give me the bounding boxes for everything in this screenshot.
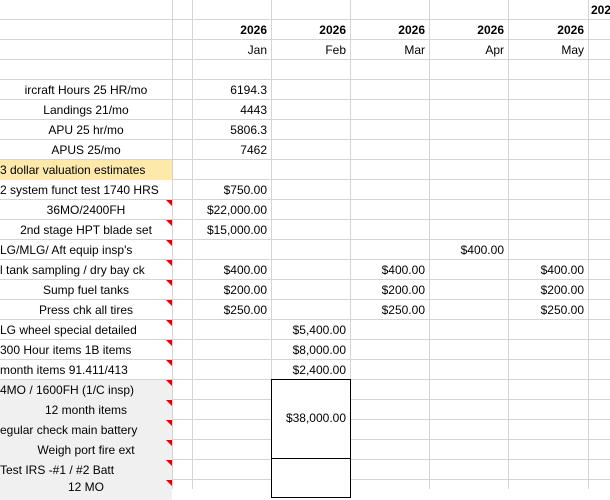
row-label-cell[interactable]: 3 dollar valuation estimates: [0, 160, 172, 180]
comment-indicator-icon[interactable]: [166, 340, 172, 346]
header-month-cell[interactable]: Jan: [192, 40, 271, 60]
comment-indicator-icon[interactable]: [166, 400, 172, 406]
comment-indicator-icon[interactable]: [166, 420, 172, 426]
row-label-cell[interactable]: Sump fuel tanks: [0, 280, 172, 300]
row-label-cell[interactable]: APU 25 hr/mo: [0, 120, 172, 140]
value-cell[interactable]: $5,400.00: [271, 320, 350, 340]
value-cell[interactable]: $400.00: [508, 260, 588, 280]
comment-indicator-icon[interactable]: [166, 240, 172, 246]
value-cell[interactable]: 4443: [192, 100, 271, 120]
comment-indicator-icon[interactable]: [166, 480, 172, 486]
row-label-cell[interactable]: 4MO / 1600FH (1/C insp): [0, 380, 172, 400]
grid-line: [192, 0, 193, 489]
row-label-cell[interactable]: LG/MLG/ Aft equip insp's: [0, 240, 172, 260]
header-year-cell[interactable]: 2026: [429, 20, 508, 40]
row-label-cell[interactable]: LG wheel special detailed: [0, 320, 172, 340]
comment-indicator-icon[interactable]: [166, 280, 172, 286]
header-year-cell[interactable]: 2026: [508, 20, 588, 40]
header-year-cell[interactable]: 2026: [271, 20, 350, 40]
value-cell[interactable]: $750.00: [192, 180, 271, 200]
row-label-cell[interactable]: ircraft Hours 25 HR/mo: [0, 80, 172, 100]
header-month-cell[interactable]: Feb: [271, 40, 350, 60]
value-cell[interactable]: $8,000.00: [271, 340, 350, 360]
comment-indicator-icon[interactable]: [166, 440, 172, 446]
comment-indicator-icon[interactable]: [166, 260, 172, 266]
row-label-cell[interactable]: Landings 21/mo: [0, 100, 172, 120]
value-cell[interactable]: $250.00: [192, 300, 271, 320]
row-label-cell[interactable]: 12 month items: [0, 400, 172, 420]
value-cell[interactable]: 5806.3: [192, 120, 271, 140]
spreadsheet-grid[interactable]: 202 2026 2026 2026 2026 2026 Jan Feb Mar…: [0, 0, 610, 500]
value-cell[interactable]: $22,000.00: [192, 200, 271, 220]
merged-cell[interactable]: [271, 458, 351, 498]
value-cell[interactable]: $2,400.00: [271, 360, 350, 380]
row-label-cell[interactable]: 2 system funct test 1740 HRS: [0, 180, 172, 200]
value-cell: $38,000.00: [285, 411, 346, 425]
row-label-cell[interactable]: Test IRS -#1 / #2 Batt: [0, 460, 172, 480]
value-cell[interactable]: $400.00: [350, 260, 429, 280]
value-cell[interactable]: $400.00: [429, 240, 508, 260]
grid-line: [508, 0, 509, 489]
comment-indicator-icon[interactable]: [166, 200, 172, 206]
row-label-cell[interactable]: Press chk all tires: [0, 300, 172, 320]
value-cell[interactable]: $400.00: [192, 260, 271, 280]
header-month-cell[interactable]: Apr: [429, 40, 508, 60]
comment-indicator-icon[interactable]: [166, 300, 172, 306]
value-cell[interactable]: 7462: [192, 140, 271, 160]
row-label-cell[interactable]: 36MO/2400FH: [0, 200, 172, 220]
header-year-cell[interactable]: 2026: [350, 20, 429, 40]
row-label-cell[interactable]: month items 91.411/413: [0, 360, 172, 380]
comment-indicator-icon[interactable]: [166, 320, 172, 326]
value-cell[interactable]: $250.00: [508, 300, 588, 320]
row-label-cell[interactable]: Weigh port fire ext: [0, 440, 172, 460]
comment-indicator-icon[interactable]: [166, 220, 172, 226]
value-cell[interactable]: $200.00: [192, 280, 271, 300]
row-label-cell[interactable]: l tank sampling / dry bay ck: [0, 260, 172, 280]
header-month-cell[interactable]: May: [508, 40, 588, 60]
header-year-cell[interactable]: 2026: [192, 20, 271, 40]
row-label-cell[interactable]: 12 MO: [0, 480, 172, 500]
row-label-cell[interactable]: APUS 25/mo: [0, 140, 172, 160]
grid-line: [172, 0, 173, 489]
value-cell[interactable]: $15,000.00: [192, 220, 271, 240]
value-cell[interactable]: 6194.3: [192, 80, 271, 100]
header-month-cell[interactable]: Mar: [350, 40, 429, 60]
value-cell[interactable]: $250.00: [350, 300, 429, 320]
row-label-cell[interactable]: 2nd stage HPT blade set: [0, 220, 172, 240]
comment-indicator-icon[interactable]: [166, 460, 172, 466]
comment-indicator-icon[interactable]: [166, 380, 172, 386]
grid-line: [588, 0, 589, 489]
comment-indicator-icon[interactable]: [166, 360, 172, 366]
row-label-cell[interactable]: egular check main battery: [0, 420, 172, 440]
value-cell[interactable]: $200.00: [350, 280, 429, 300]
row-label-cell[interactable]: 300 Hour items 1B items: [0, 340, 172, 360]
value-cell[interactable]: $200.00: [508, 280, 588, 300]
merged-cell[interactable]: $38,000.00: [271, 379, 351, 459]
header-year-cell[interactable]: 202: [588, 0, 610, 20]
